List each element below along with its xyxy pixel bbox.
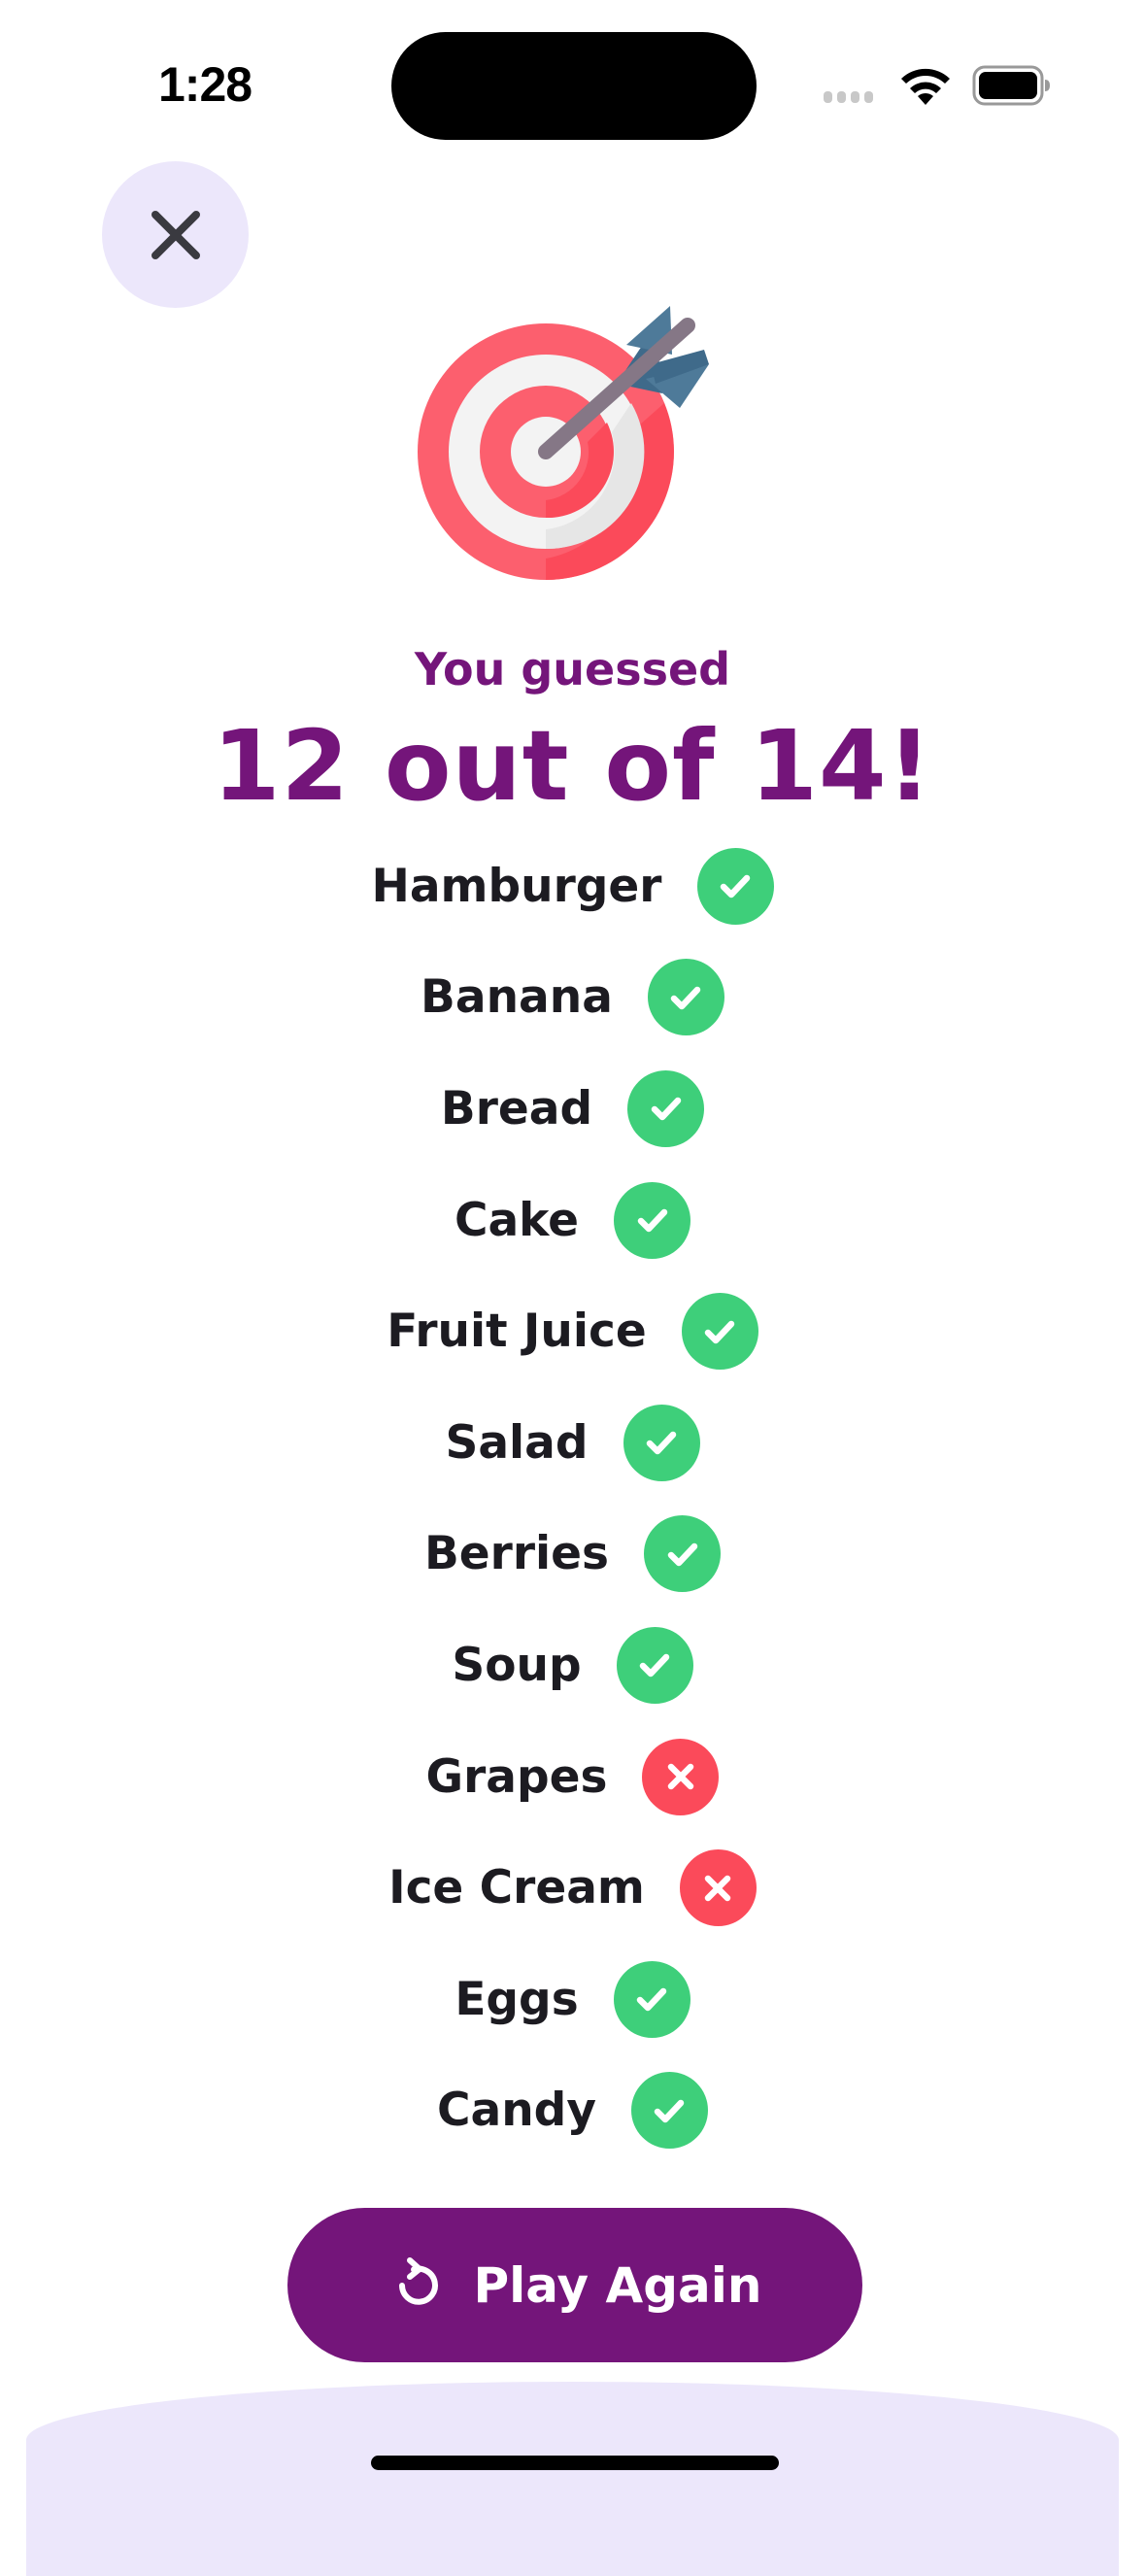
score-heading: 12 out of 14! [212, 709, 933, 823]
result-item: Berries [0, 1499, 1145, 1610]
correct-badge [647, 959, 724, 1036]
result-item: Fruit Juice [0, 1275, 1145, 1387]
results-list: Hamburger Banana Bread Cake Fruit Juice Salad… [0, 830, 1145, 2166]
x-icon [667, 1763, 694, 1790]
result-item: Grapes [0, 1721, 1145, 1833]
battery-icon [972, 65, 1050, 106]
status-bar: 1:28 [0, 0, 1145, 146]
x-icon [705, 1875, 731, 1901]
result-item-label: Bread [440, 1081, 593, 1135]
play-again-button[interactable]: Play Again [287, 2208, 862, 2362]
correct-badge [614, 1181, 691, 1259]
correct-badge [613, 1960, 690, 2038]
result-item-label: Candy [437, 2084, 596, 2138]
bottom-sheet [26, 2382, 1119, 2576]
result-item-label: Fruit Juice [387, 1305, 647, 1359]
result-item: Cake [0, 1165, 1145, 1276]
close-icon [151, 210, 200, 259]
result-item: Soup [0, 1610, 1145, 1721]
check-icon [646, 1432, 677, 1455]
check-icon [667, 1542, 697, 1567]
result-item-label: Grapes [425, 1749, 608, 1804]
restart-icon [398, 2256, 438, 2305]
result-item: Salad [0, 1387, 1145, 1499]
correct-badge [696, 847, 774, 925]
result-item: Ice Cream [0, 1832, 1145, 1944]
result-item: Bread [0, 1053, 1145, 1165]
cellular-signal-icon [824, 91, 873, 103]
wrong-badge [642, 1738, 720, 1815]
result-item: Eggs [0, 1944, 1145, 2055]
correct-badge [630, 2072, 708, 2150]
correct-badge [644, 1515, 722, 1593]
wifi-icon [901, 68, 950, 105]
play-again-label: Play Again [473, 2256, 762, 2314]
result-item: Candy [0, 2055, 1145, 2167]
wrong-badge [679, 1849, 757, 1927]
dynamic-island [391, 32, 757, 140]
check-icon [671, 986, 701, 1010]
check-icon [655, 2099, 685, 2123]
result-item-label: Eggs [455, 1972, 579, 2026]
correct-badge [616, 1626, 693, 1704]
check-icon [639, 1654, 670, 1678]
result-item-label: Soup [452, 1638, 582, 1692]
home-indicator[interactable] [371, 2456, 779, 2470]
result-item-label: Banana [421, 970, 613, 1025]
check-icon [636, 1987, 667, 2012]
bullseye-target-with-arrow-icon [418, 306, 709, 580]
result-item-label: Ice Cream [388, 1861, 645, 1915]
check-icon [651, 1098, 681, 1121]
correct-badge [623, 1404, 700, 1481]
close-button[interactable] [102, 161, 249, 308]
correct-badge [627, 1069, 705, 1147]
result-item-label: Salad [445, 1415, 589, 1470]
result-item: Hamburger [0, 830, 1145, 942]
check-icon [720, 875, 751, 898]
correct-badge [681, 1293, 758, 1371]
result-item-label: Berries [423, 1527, 610, 1581]
result-item: Banana [0, 942, 1145, 1054]
result-subtitle: You guessed [414, 643, 731, 695]
result-item-label: Hamburger [371, 859, 662, 913]
result-item-label: Cake [454, 1193, 580, 1247]
status-time: 1:28 [158, 57, 253, 112]
check-icon [704, 1320, 735, 1343]
check-icon [637, 1208, 667, 1233]
